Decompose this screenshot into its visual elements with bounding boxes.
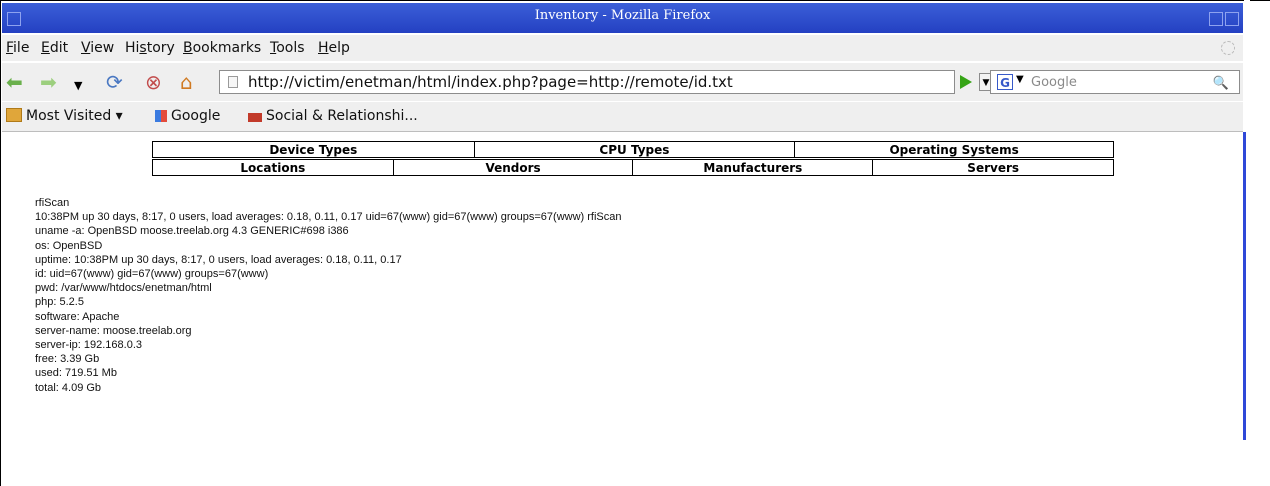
- menu-bar: File Edit View History Bookmarks Tools H…: [2, 35, 1243, 61]
- output-line: rfiScan: [35, 197, 70, 209]
- output-line: server-ip: 192.168.0.3: [35, 339, 143, 352]
- nav-vendors[interactable]: Vendors: [392, 159, 634, 176]
- page-content: Device Types CPU Types Operating Systems…: [2, 132, 1244, 440]
- navigation-toolbar: ⬅ ➡ ▼ ⟳ ⊗ ⌂ http://victim/enetman/html/i…: [2, 63, 1243, 101]
- output-line: total: 4.09 Gb: [35, 381, 102, 394]
- output-line: id: uid=67(www) gid=67(www) groups=67(ww…: [35, 268, 269, 281]
- bookmark-google[interactable]: Google: [155, 108, 220, 124]
- site-nav-row-2: Locations Vendors Manufacturers Servers: [152, 159, 1114, 176]
- menu-tools[interactable]: Tools: [270, 40, 305, 56]
- engine-dropdown-icon[interactable]: ▼: [1016, 74, 1024, 85]
- home-icon[interactable]: ⌂: [180, 72, 193, 92]
- close-button[interactable]: [1225, 12, 1239, 26]
- output-line: pwd: /var/www/htdocs/enetman/html: [35, 282, 212, 295]
- google-favicon-icon: [155, 110, 167, 122]
- google-search-engine-icon[interactable]: G: [997, 74, 1013, 90]
- restore-button[interactable]: [1209, 12, 1223, 26]
- bookmark-social[interactable]: Social & Relationshi...: [248, 108, 418, 124]
- output-line: free: 3.39 Gb: [35, 353, 100, 366]
- page-icon: [228, 76, 238, 88]
- nav-operating-systems[interactable]: Operating Systems: [794, 141, 1114, 158]
- forward-icon[interactable]: ➡: [40, 72, 57, 92]
- output-line: php: 5.2.5: [35, 296, 84, 309]
- output-line: software: Apache: [35, 310, 120, 323]
- menu-help[interactable]: Help: [318, 40, 350, 56]
- browser-window: Inventory - Mozilla Firefox File Edit Vi…: [0, 0, 1246, 486]
- menu-history[interactable]: History: [125, 40, 175, 56]
- site-nav-row-1: Device Types CPU Types Operating Systems: [152, 141, 1114, 158]
- output-line: 10:38PM up 30 days, 8:17, 0 users, load …: [35, 211, 622, 224]
- social-favicon-icon: [248, 113, 262, 122]
- nav-cpu-types[interactable]: CPU Types: [473, 141, 796, 158]
- stop-icon[interactable]: ⊗: [145, 72, 162, 92]
- output-line: os: OpenBSD: [35, 239, 103, 252]
- output-line: used: 719.51 Mb: [35, 367, 117, 380]
- bookmark-most-visited[interactable]: Most Visited ▾: [6, 108, 123, 124]
- menu-file[interactable]: File: [6, 40, 29, 56]
- nav-manufacturers[interactable]: Manufacturers: [632, 159, 874, 176]
- nav-locations[interactable]: Locations: [152, 159, 394, 176]
- menu-edit[interactable]: Edit: [41, 40, 68, 56]
- window-right-edge: [1243, 132, 1246, 440]
- output-line: uname -a: OpenBSD moose.treelab.org 4.3 …: [35, 225, 349, 238]
- reload-icon[interactable]: ⟳: [106, 72, 123, 92]
- throbber-icon: [1221, 41, 1235, 55]
- window-title: Inventory - Mozilla Firefox: [534, 8, 711, 23]
- rfi-scan-output: rfiScan 10:38PM up 30 days, 8:17, 0 user…: [35, 196, 621, 395]
- menu-bookmarks[interactable]: Bookmarks: [183, 40, 261, 56]
- search-icon[interactable]: 🔍: [1213, 76, 1229, 91]
- output-line: server-name: moose.treelab.org: [35, 324, 192, 337]
- menu-view[interactable]: View: [81, 40, 114, 56]
- nav-device-types[interactable]: Device Types: [152, 141, 475, 158]
- url-bar[interactable]: http://victim/enetman/html/index.php?pag…: [219, 70, 955, 94]
- folder-icon: [6, 108, 22, 122]
- title-bar: Inventory - Mozilla Firefox: [2, 3, 1243, 33]
- search-bar[interactable]: G ▼ Google 🔍: [990, 70, 1240, 94]
- search-input[interactable]: Google: [1031, 75, 1077, 90]
- history-dropdown-icon[interactable]: ▼: [74, 76, 82, 96]
- url-text[interactable]: http://victim/enetman/html/index.php?pag…: [248, 73, 733, 91]
- output-line: uptime: 10:38PM up 30 days, 8:17, 0 user…: [35, 253, 402, 266]
- bookmarks-toolbar: Most Visited ▾ Google Social & Relations…: [2, 102, 1243, 132]
- go-icon[interactable]: [960, 75, 972, 89]
- nav-servers[interactable]: Servers: [872, 159, 1114, 176]
- back-icon[interactable]: ⬅: [6, 72, 23, 92]
- divider: [1250, 0, 1270, 1]
